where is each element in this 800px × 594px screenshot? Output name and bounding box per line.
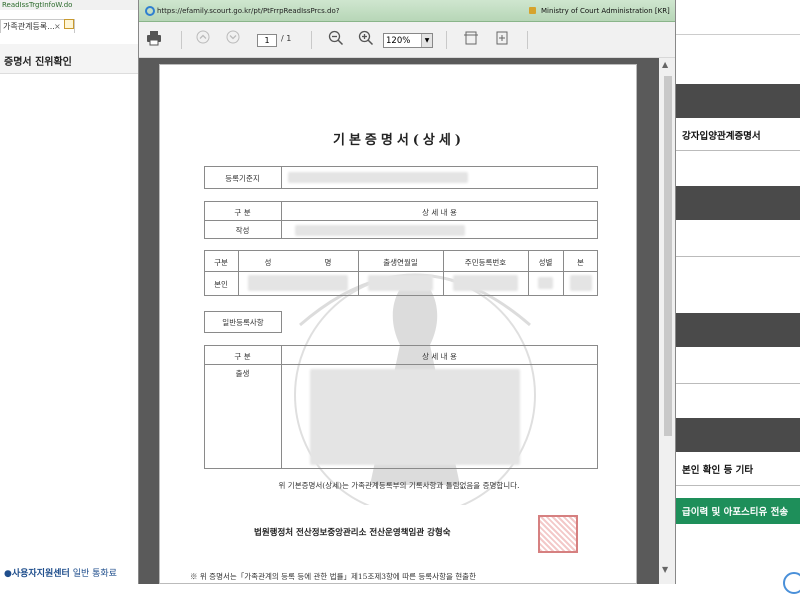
legal-note: ※ 위 증명서는「가족관계의 등록 등에 관한 법률」제15조제3항에 따른 등… — [190, 572, 476, 581]
background-url-bar: ReadIssTrgtInfoW.do — [0, 0, 140, 10]
divider — [676, 256, 800, 257]
viewer-toolbar: 1 / 1 120% ▼ — [139, 22, 675, 58]
phone-icon: ● — [4, 569, 12, 579]
column-header: 성별 — [538, 258, 553, 267]
divider — [204, 220, 598, 221]
zoom-value: 120% — [386, 36, 411, 46]
redacted-value — [570, 275, 592, 291]
general-section-label: 일반등록사항 — [222, 318, 264, 327]
sidebar-section-header — [676, 313, 800, 347]
popup-address-bar: https://efamily.scourt.go.kr/pt/PtFrrpRe… — [139, 0, 675, 22]
fit-width-icon[interactable] — [462, 30, 480, 50]
issuer-name: 법원행정처 전산정보중앙관리소 전산운영책임관 강형숙 — [254, 528, 451, 538]
sidebar-item-adoption-cert[interactable]: 강자입양관계증명서 — [676, 128, 800, 142]
lock-icon — [529, 7, 536, 14]
scroll-down-icon[interactable]: ▼ — [662, 565, 668, 574]
row-created-label: 작성 — [235, 226, 250, 235]
divider — [204, 271, 598, 272]
divider — [281, 166, 282, 189]
divider — [446, 31, 447, 49]
column-header: 출생연월일 — [383, 258, 418, 267]
redacted-value — [368, 275, 433, 291]
redacted-value — [295, 225, 465, 236]
new-tab-icon[interactable] — [64, 19, 74, 29]
divider — [527, 31, 528, 49]
page-total: / 1 — [281, 34, 292, 43]
detail-header-right: 상 세 내 용 — [422, 352, 457, 361]
redacted-value — [538, 277, 553, 289]
column-header: 주민등록번호 — [464, 258, 507, 267]
sidebar-section-header — [676, 186, 800, 220]
document-title: 기본증명서(상세) — [332, 133, 466, 148]
previous-page-icon[interactable] — [195, 30, 211, 50]
fit-page-icon[interactable] — [493, 30, 511, 50]
support-sub: 일반 통화료 — [72, 569, 117, 579]
support-center-link[interactable]: ●사용자지원센터 일반 통화료 — [0, 565, 140, 584]
row-self-label: 본인 — [214, 280, 228, 289]
zoom-in-icon[interactable] — [357, 30, 375, 50]
column-header: 본 — [577, 258, 584, 267]
row-birth-label: 출생 — [235, 369, 250, 378]
redacted-value — [310, 369, 520, 465]
divider — [676, 485, 800, 486]
sidebar-section-header — [676, 84, 800, 118]
zoom-select[interactable]: 120% ▼ — [383, 33, 433, 48]
background-tab-label: 가족관계등록... — [3, 22, 55, 31]
divider — [181, 31, 182, 49]
browser-icon — [145, 6, 155, 16]
column-header: 성 — [264, 258, 272, 267]
sidebar-item-identity-check[interactable]: 본인 확인 등 기타 — [676, 462, 800, 476]
zoom-out-icon[interactable] — [327, 30, 345, 50]
page-number-input[interactable]: 1 — [257, 34, 277, 47]
section-header-left: 구 분 — [234, 208, 251, 217]
scroll-up-icon[interactable]: ▲ — [662, 60, 668, 69]
apostille-button[interactable]: 급이력 및 아포스티유 전송 — [676, 498, 800, 524]
popup-url[interactable]: https://efamily.scourt.go.kr/pt/PtFrrpRe… — [157, 0, 339, 22]
support-label: 사용자지원센터 — [11, 569, 70, 579]
registry-label: 등록기준지 — [225, 174, 260, 183]
column-header: 구분 — [214, 258, 228, 267]
redacted-value — [453, 275, 518, 291]
chat-icon[interactable] — [783, 572, 800, 594]
document-viewer-window: https://efamily.scourt.go.kr/pt/PtFrrpRe… — [138, 0, 676, 584]
redacted-value — [288, 172, 468, 183]
section-header-right: 상 세 내 용 — [422, 208, 457, 217]
redacted-value — [248, 275, 348, 291]
close-icon[interactable]: × — [54, 20, 61, 33]
next-page-icon[interactable] — [225, 30, 241, 50]
page-title: 증명서 진위확인 — [0, 44, 140, 74]
sidebar-section-header — [676, 418, 800, 452]
document-page: 기본증명서(상세) 등록기준지 구 분 상 세 내 용 작성 구분 성 명 출생… — [159, 64, 637, 584]
divider — [676, 150, 800, 151]
detail-header-left: 구 분 — [234, 352, 251, 361]
scrollbar-thumb[interactable] — [664, 76, 672, 436]
chevron-down-icon[interactable]: ▼ — [421, 34, 432, 47]
divider — [311, 31, 312, 49]
column-header: 명 — [324, 258, 332, 267]
certification-statement: 위 기본증명서(상세)는 가족관계등록부의 기록사항과 틀림없음을 증명합니다. — [278, 481, 520, 490]
official-seal — [538, 515, 578, 553]
divider — [676, 34, 800, 35]
divider — [676, 383, 800, 384]
printer-icon[interactable] — [145, 30, 163, 50]
certificate-org[interactable]: Ministry of Court Administration [KR] — [541, 0, 670, 22]
divider — [204, 364, 598, 365]
